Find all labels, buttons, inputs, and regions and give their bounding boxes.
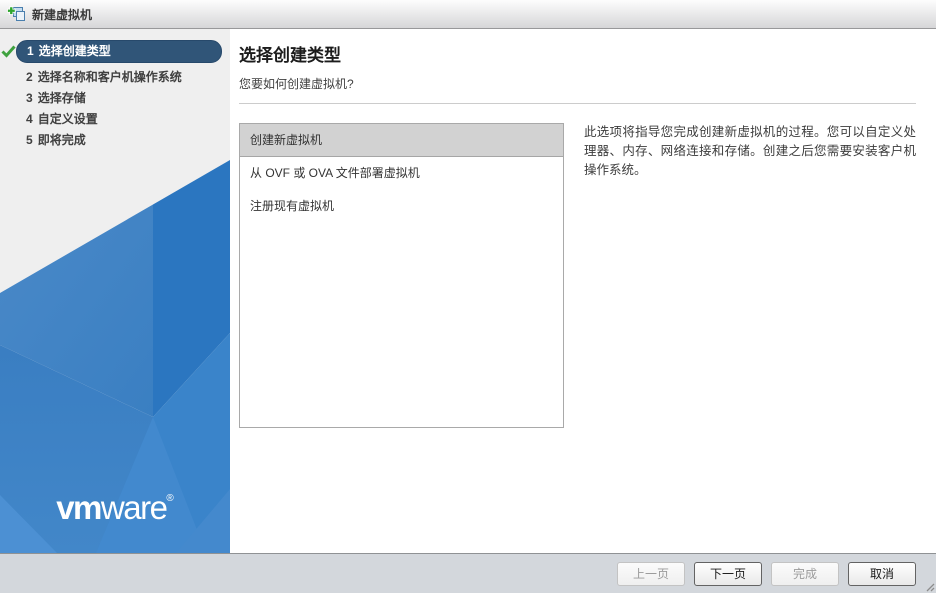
dialog-footer: 上一页 下一页 完成 取消	[0, 553, 936, 593]
option-register-existing-vm[interactable]: 注册现有虚拟机	[240, 190, 563, 223]
wizard-step-2[interactable]: 2 选择名称和客户机操作系统	[0, 66, 230, 87]
page-subtitle: 您要如何创建虚拟机?	[239, 75, 916, 92]
step-label: 选择名称和客户机操作系统	[38, 70, 182, 84]
creation-type-listbox: 创建新虚拟机 从 OVF 或 OVA 文件部署虚拟机 注册现有虚拟机	[239, 123, 564, 428]
step-label: 选择创建类型	[39, 44, 111, 58]
step-number: 4	[26, 112, 33, 126]
option-description: 此选项将指导您完成创建新虚拟机的过程。您可以自定义处理器、内存、网络连接和存储。…	[584, 123, 916, 428]
step-number: 2	[26, 70, 33, 84]
step-number: 5	[26, 133, 33, 147]
step-number: 3	[26, 91, 33, 105]
page-title: 选择创建类型	[239, 41, 916, 66]
step-label: 选择存储	[38, 91, 86, 105]
step-label: 即将完成	[38, 133, 86, 147]
new-vm-icon	[7, 6, 26, 23]
option-create-new-vm[interactable]: 创建新虚拟机	[240, 124, 563, 157]
back-button: 上一页	[617, 562, 685, 586]
wizard-step-3[interactable]: 3 选择存储	[0, 87, 230, 108]
wizard-step-5[interactable]: 5 即将完成	[0, 129, 230, 150]
step-label: 自定义设置	[38, 112, 98, 126]
wizard-steps-sidebar: 1 选择创建类型 2 选择名称和客户机操作系统 3 选择存储	[0, 29, 230, 553]
dialog-titlebar: 新建虚拟机	[0, 0, 936, 29]
step-number: 1	[27, 44, 34, 58]
active-step-pill: 1 选择创建类型	[16, 40, 222, 63]
wizard-step-1[interactable]: 1 选择创建类型	[0, 39, 230, 63]
divider	[239, 103, 916, 104]
wizard-page-content: 选择创建类型 您要如何创建虚拟机? 创建新虚拟机 从 OVF 或 OVA 文件部…	[230, 29, 936, 553]
next-button[interactable]: 下一页	[694, 562, 762, 586]
vmware-logo: vmware®	[0, 489, 230, 527]
cancel-button[interactable]: 取消	[848, 562, 916, 586]
finish-button: 完成	[771, 562, 839, 586]
resize-grip-icon[interactable]	[924, 581, 935, 592]
option-deploy-from-ovf-ova[interactable]: 从 OVF 或 OVA 文件部署虚拟机	[240, 157, 563, 190]
dialog-title: 新建虚拟机	[32, 6, 92, 23]
steps-list: 1 选择创建类型 2 选择名称和客户机操作系统 3 选择存储	[0, 29, 230, 150]
vmware-logo-vm: vm	[56, 489, 101, 526]
wizard-step-4[interactable]: 4 自定义设置	[0, 108, 230, 129]
vmware-logo-ware: ware	[101, 489, 167, 526]
step-completed-check-icon	[0, 45, 16, 58]
registered-mark: ®	[166, 493, 173, 504]
new-vm-wizard-dialog: 新建虚拟机 1 选择创建类型 2	[0, 0, 936, 593]
